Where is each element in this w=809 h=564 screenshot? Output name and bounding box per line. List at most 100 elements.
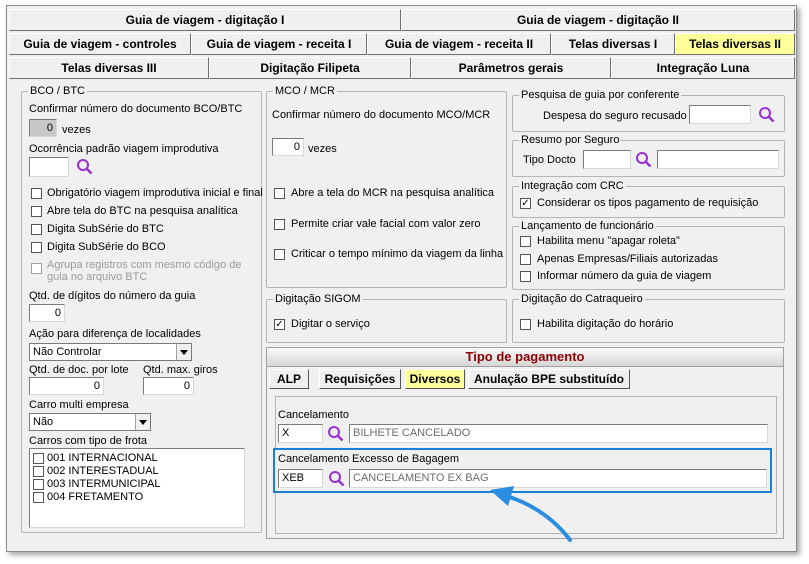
tipo-docto-label: Tipo Docto [523, 154, 576, 166]
frota-item-label: 002 INTERESTADUAL [47, 465, 159, 477]
carro-select[interactable]: Não [29, 413, 151, 431]
resumo-title: Resumo por Seguro [519, 133, 622, 147]
empresas-checkbox[interactable] [520, 254, 531, 265]
abre-mcr-label: Abre a tela do MCR na pesquisa analítica [291, 187, 495, 199]
apagar-roleta-label: Habilita menu "apagar roleta" [537, 235, 680, 247]
pesquisa-title: Pesquisa de guia por conferente [519, 88, 682, 102]
tab-row-1: Guia de viagem - digitação I Guia de via… [9, 9, 795, 31]
search-icon[interactable] [76, 158, 94, 176]
tipo-docto-desc [657, 150, 779, 169]
resumo-group: Resumo por Seguro Tipo Docto [512, 133, 785, 177]
carro-label: Carro multi empresa [29, 399, 129, 411]
subserie-btc-label: Digita SubSérie do BTC [47, 223, 164, 235]
chevron-down-icon[interactable] [176, 344, 191, 360]
agrupa-label-2: guia no arquivo BTC [47, 271, 148, 283]
frota-checkbox[interactable] [33, 492, 44, 503]
tab-guia-digitacao-1[interactable]: Guia de viagem - digitação I [9, 9, 401, 31]
frota-item-label: 003 INTERMUNICIPAL [47, 478, 161, 490]
mco-mcr-title: MCO / MCR [273, 84, 337, 98]
qtd-doc-input[interactable]: 0 [29, 377, 104, 395]
qtd-doc-label: Qtd. de doc. por lote [29, 364, 129, 376]
search-icon[interactable] [327, 425, 345, 443]
tab-digitacao-filipeta[interactable]: Digitação Filipeta [209, 57, 411, 79]
frota-label: Carros com tipo de frota [29, 435, 147, 447]
crc-group: Integração com CRC ✓ Considerar os tipos… [512, 179, 785, 218]
catraqueiro-checkbox[interactable] [520, 319, 531, 330]
tab-guia-digitacao-2[interactable]: Guia de viagem - digitação II [401, 9, 795, 31]
qtd-giros-input[interactable]: 0 [143, 377, 194, 395]
frota-checkbox[interactable] [33, 466, 44, 477]
tab-guia-receita-2[interactable]: Guia de viagem - receita II [367, 33, 551, 55]
frota-checkbox[interactable] [33, 453, 44, 464]
crc-title: Integração com CRC [519, 179, 626, 193]
tab-telas-diversas-1[interactable]: Telas diversas I [551, 33, 675, 55]
carro-select-value: Não [33, 416, 54, 428]
acao-label: Ação para diferença de localidades [29, 328, 201, 340]
tab-diversos[interactable]: Diversos [405, 369, 465, 389]
tab-guia-controles[interactable]: Guia de viagem - controles [9, 33, 191, 55]
sigom-label: Digitar o serviço [291, 318, 370, 330]
bco-confirm-label: Confirmar número do documento BCO/BTC [29, 103, 243, 115]
despesa-input[interactable] [689, 105, 751, 124]
obrigatorio-label: Obrigatório viagem improdutiva inicial e… [47, 187, 263, 199]
catraqueiro-group: Digitação do Catraqueiro Habilita digita… [512, 292, 785, 343]
abre-btc-checkbox[interactable] [31, 206, 42, 217]
subserie-btc-checkbox[interactable] [31, 224, 42, 235]
criticar-tempo-label: Criticar o tempo mínimo da viagem da lin… [291, 248, 504, 260]
obrigatorio-checkbox[interactable] [31, 188, 42, 199]
tab-requisicoes[interactable]: Requisições [319, 369, 401, 389]
crc-checkbox[interactable]: ✓ [520, 198, 531, 209]
frota-list[interactable]: 001 INTERNACIONAL 002 INTERESTADUAL 003 … [29, 448, 245, 528]
tab-integracao-luna[interactable]: Integração Luna [611, 57, 795, 79]
qtd-digitos-label: Qtd. de dígitos do número da guia [29, 290, 196, 302]
mco-confirm-input[interactable]: 0 [272, 138, 304, 156]
mco-times-label: vezes [308, 143, 337, 155]
tab-telas-diversas-3[interactable]: Telas diversas III [9, 57, 209, 79]
ocorrencia-input[interactable] [29, 157, 69, 177]
excesso-code-input[interactable]: XEB [278, 469, 323, 488]
agrupa-checkbox [31, 263, 42, 274]
catraqueiro-label: Habilita digitação do horário [537, 318, 674, 330]
lancamento-title: Lançamento de funcionário [519, 219, 656, 233]
excesso-label: Cancelamento Excesso de Bagagem [278, 453, 459, 465]
bco-btc-group: BCO / BTC Confirmar número do documento … [21, 84, 263, 533]
chevron-down-icon[interactable] [135, 414, 150, 430]
pesquisa-group: Pesquisa de guia por conferente Despesa … [512, 88, 785, 132]
sigom-checkbox[interactable]: ✓ [274, 319, 285, 330]
numero-guia-label: Informar número da guia de viagem [537, 270, 712, 282]
search-icon[interactable] [758, 106, 776, 124]
vale-facial-label: Permite criar vale facial com valor zero [291, 218, 481, 230]
lancamento-group: Lançamento de funcionário Habilita menu … [512, 219, 785, 290]
sigom-group: Digitação SIGOM ✓ Digitar o serviço [266, 292, 507, 343]
numero-guia-checkbox[interactable] [520, 271, 531, 282]
cancelamento-label: Cancelamento [278, 409, 349, 421]
acao-select[interactable]: Não Controlar [29, 343, 192, 361]
mco-confirm-label: Confirmar número do documento MCO/MCR [272, 109, 491, 121]
bco-confirm-input[interactable]: 0 [29, 119, 57, 137]
frota-checkbox[interactable] [33, 479, 44, 490]
tab-alp[interactable]: ALP [269, 369, 309, 389]
tab-parametros-gerais[interactable]: Parâmetros gerais [411, 57, 611, 79]
subserie-bco-checkbox[interactable] [31, 242, 42, 253]
cancelamento-code-input[interactable]: X [278, 424, 323, 443]
qtd-digitos-input[interactable]: 0 [29, 304, 65, 322]
vale-facial-checkbox[interactable] [274, 219, 285, 230]
bco-times-label: vezes [62, 124, 91, 136]
acao-select-value: Não Controlar [33, 346, 102, 358]
abre-mcr-checkbox[interactable] [274, 188, 285, 199]
crc-label: Considerar os tipos pagamento de requisi… [537, 197, 759, 209]
mco-mcr-group: MCO / MCR Confirmar número do documento … [266, 84, 507, 288]
criticar-tempo-checkbox[interactable] [274, 249, 285, 260]
cancelamento-desc: BILHETE CANCELADO [349, 424, 768, 443]
tipo-docto-input[interactable] [583, 150, 631, 169]
apagar-roleta-checkbox[interactable] [520, 236, 531, 247]
search-icon[interactable] [635, 151, 653, 169]
tipo-pagamento-title: Tipo de pagamento [267, 348, 783, 367]
tab-guia-receita-1[interactable]: Guia de viagem - receita I [191, 33, 367, 55]
tab-anulacao-bpe[interactable]: Anulação BPE substituído [468, 369, 630, 389]
tab-telas-diversas-2[interactable]: Telas diversas II [675, 33, 795, 55]
empresas-label: Apenas Empresas/Filiais autorizadas [537, 253, 718, 265]
subserie-bco-label: Digita SubSérie do BCO [47, 241, 166, 253]
search-icon[interactable] [328, 470, 346, 488]
frota-item-label: 004 FRETAMENTO [47, 491, 144, 503]
